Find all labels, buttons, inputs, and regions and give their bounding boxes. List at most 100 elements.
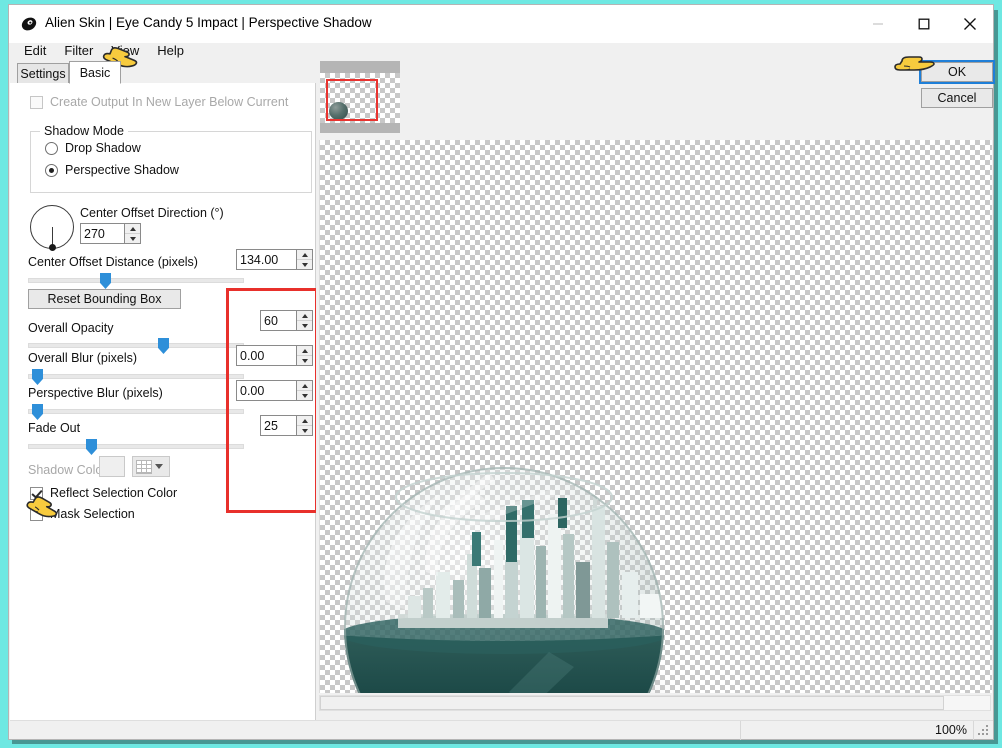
create-output-checkbox[interactable] — [30, 95, 43, 109]
title-bar: Alien Skin | Eye Candy 5 Impact | Perspe… — [9, 5, 993, 43]
perspective-blur-spin-down[interactable] — [297, 391, 312, 400]
menu-view[interactable]: View — [102, 42, 148, 59]
window-controls — [855, 5, 993, 43]
ok-button[interactable]: OK — [919, 60, 995, 84]
tab-basic[interactable]: Basic — [69, 61, 121, 84]
overall-blur-spinner[interactable] — [236, 345, 313, 366]
maximize-button[interactable] — [901, 5, 947, 43]
mask-selection-row[interactable]: Mask Selection — [30, 507, 135, 521]
tab-strip: Settings Basic — [10, 61, 316, 84]
direction-spin-up[interactable] — [125, 224, 140, 234]
status-bar: 100% — [10, 720, 993, 740]
overall-opacity-arrows[interactable] — [296, 310, 313, 331]
center-offset-direction-input[interactable] — [80, 223, 124, 244]
cancel-button[interactable]: Cancel — [921, 88, 993, 108]
reflect-selection-color-label: Reflect Selection Color — [50, 486, 178, 500]
left-settings-panel: Settings Basic Create Output In New Laye… — [10, 61, 318, 720]
fade-out-input[interactable] — [260, 415, 296, 436]
reflect-selection-color-row[interactable]: Reflect Selection Color — [30, 486, 177, 500]
preview-canvas[interactable] — [319, 140, 992, 693]
slider-thumb[interactable] — [32, 369, 43, 385]
slider-thumb[interactable] — [32, 404, 43, 420]
shadow-mode-group: Shadow Mode Drop Shadow Perspective Shad… — [30, 124, 312, 193]
perspective-blur-arrows[interactable] — [296, 380, 313, 401]
perspective-blur-label: Perspective Blur (pixels) — [28, 386, 163, 400]
fade-out-label: Fade Out — [28, 421, 81, 435]
create-output-label: Create Output In New Layer Below Current — [50, 95, 289, 109]
plugin-window: Alien Skin | Eye Candy 5 Impact | Perspe… — [8, 4, 995, 740]
window-shadow-bottom — [12, 740, 998, 744]
radio-drop-shadow-label: Drop Shadow — [65, 141, 141, 155]
app-icon — [20, 15, 38, 33]
distance-spin-up[interactable] — [297, 250, 312, 260]
fade-out-spinner[interactable] — [260, 415, 313, 436]
center-offset-distance-label: Center Offset Distance (pixels) — [28, 255, 198, 269]
opacity-spin-down[interactable] — [297, 321, 312, 330]
slider-track — [28, 343, 244, 348]
preview-horizontal-scrollbar[interactable] — [319, 695, 991, 711]
menu-filter[interactable]: Filter — [55, 42, 102, 59]
center-offset-direction-spinner[interactable] — [80, 223, 141, 244]
center-offset-direction-arrows[interactable] — [124, 223, 141, 244]
overall-blur-slider[interactable] — [28, 369, 244, 385]
navigator-thumbnail[interactable] — [320, 61, 400, 133]
overall-blur-arrows[interactable] — [296, 345, 313, 366]
direction-spin-down[interactable] — [125, 234, 140, 243]
tab-settings[interactable]: Settings — [17, 63, 69, 84]
fade-out-spin-down[interactable] — [297, 426, 312, 435]
center-offset-distance-spinner[interactable] — [236, 249, 313, 270]
center-offset-distance-slider[interactable] — [28, 273, 244, 289]
menu-help[interactable]: Help — [148, 42, 193, 59]
radio-perspective-shadow-row[interactable]: Perspective Shadow — [45, 163, 179, 177]
overall-opacity-label: Overall Opacity — [28, 321, 114, 335]
perspective-blur-input[interactable] — [236, 380, 296, 401]
shadow-color-label: Shadow Color — [28, 463, 107, 477]
dial-knob[interactable] — [49, 244, 56, 251]
center-offset-distance-arrows[interactable] — [296, 249, 313, 270]
center-offset-distance-input[interactable] — [236, 249, 296, 270]
reflect-selection-color-checkbox[interactable] — [30, 486, 43, 500]
shadow-mode-title: Shadow Mode — [40, 124, 128, 138]
fade-out-spin-up[interactable] — [297, 416, 312, 426]
slider-thumb[interactable] — [100, 273, 111, 289]
menu-edit[interactable]: Edit — [15, 42, 55, 59]
perspective-blur-spinner[interactable] — [236, 380, 313, 401]
overall-blur-input[interactable] — [236, 345, 296, 366]
status-divider-left — [740, 721, 741, 740]
close-button[interactable] — [947, 5, 993, 43]
slider-thumb[interactable] — [86, 439, 97, 455]
grid-palette-icon — [136, 460, 152, 474]
overall-blur-spin-up[interactable] — [297, 346, 312, 356]
radio-drop-shadow[interactable] — [45, 141, 58, 155]
shadow-color-swatch[interactable] — [99, 456, 125, 477]
preview-area: Preview Background: None — [316, 61, 993, 720]
create-output-checkbox-row[interactable]: Create Output In New Layer Below Current — [30, 95, 288, 109]
perspective-blur-slider[interactable] — [28, 404, 244, 420]
perspective-blur-spin-up[interactable] — [297, 381, 312, 391]
fade-out-arrows[interactable] — [296, 415, 313, 436]
center-offset-direction-dial[interactable] — [30, 205, 74, 251]
overall-blur-spin-down[interactable] — [297, 356, 312, 365]
resize-grip[interactable] — [978, 725, 990, 737]
fade-out-slider[interactable] — [28, 439, 244, 455]
slider-track — [28, 409, 244, 414]
panel-body: Create Output In New Layer Below Current… — [10, 83, 318, 720]
window-title: Alien Skin | Eye Candy 5 Impact | Perspe… — [45, 15, 372, 30]
navigator-view-rect[interactable] — [326, 79, 378, 121]
overall-opacity-input[interactable] — [260, 310, 296, 331]
shadow-color-picker-button[interactable] — [132, 456, 170, 477]
minimize-button[interactable] — [855, 5, 901, 43]
status-zoom-level: 100% — [935, 723, 967, 737]
window-shadow-right — [994, 10, 998, 740]
radio-perspective-shadow[interactable] — [45, 163, 58, 177]
reset-bounding-box-button[interactable]: Reset Bounding Box — [28, 289, 181, 309]
scrollbar-thumb[interactable] — [320, 696, 944, 710]
mask-selection-checkbox[interactable] — [30, 507, 43, 521]
fishbowl-image — [344, 467, 674, 693]
slider-track — [28, 278, 244, 283]
overall-opacity-spinner[interactable] — [260, 310, 313, 331]
opacity-spin-up[interactable] — [297, 311, 312, 321]
slider-thumb[interactable] — [158, 338, 169, 354]
radio-drop-shadow-row[interactable]: Drop Shadow — [45, 141, 141, 155]
distance-spin-down[interactable] — [297, 260, 312, 269]
